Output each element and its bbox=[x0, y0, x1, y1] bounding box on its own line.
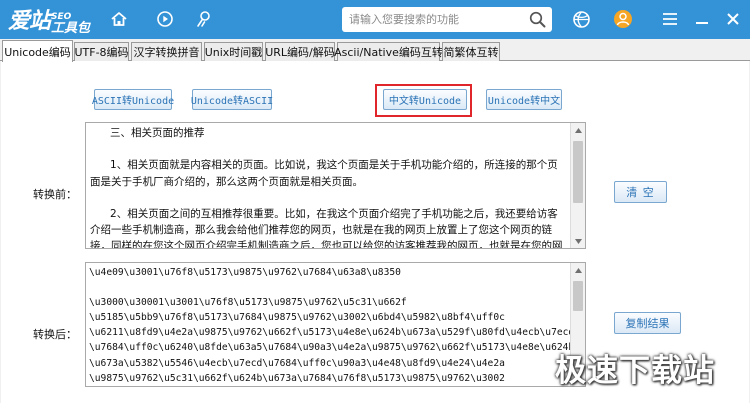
copy-result-button[interactable]: 复制结果 bbox=[614, 312, 681, 334]
browser-icon[interactable] bbox=[570, 8, 592, 30]
logo-main-text: 爱站 bbox=[8, 9, 51, 34]
home-icon[interactable] bbox=[108, 8, 130, 30]
search-icon[interactable] bbox=[529, 11, 546, 28]
scroll-up-icon[interactable] bbox=[571, 123, 585, 137]
scroll-thumb[interactable] bbox=[573, 141, 583, 203]
search-input[interactable] bbox=[342, 7, 522, 32]
input-text[interactable]: 三、相关页面的推荐 1、相关页面就是内容相关的页面。比如说，我这个页面是关于手机… bbox=[86, 123, 570, 248]
tab-pinyin[interactable]: 汉字转换拼音 bbox=[131, 42, 202, 61]
search-box bbox=[342, 7, 552, 32]
close-icon[interactable] bbox=[724, 10, 742, 28]
ascii-to-unicode-button[interactable]: ASCII转Unicode bbox=[92, 89, 174, 110]
unicode-to-chinese-button[interactable]: Unicode转中文 bbox=[486, 89, 562, 110]
input-label: 转换前： bbox=[33, 188, 77, 201]
tab-utf8[interactable]: UTF-8编码 bbox=[74, 42, 129, 61]
menu-icon[interactable] bbox=[661, 10, 679, 28]
output-text[interactable]: \u4e09\u3001\u76f8\u5173\u9875\u9762\u76… bbox=[86, 263, 570, 386]
tab-simplified-traditional[interactable]: 简繁体互转 bbox=[442, 42, 500, 61]
output-label: 转换后： bbox=[33, 328, 77, 341]
app-logo: 爱站 SEO 工具包 bbox=[8, 5, 90, 35]
unicode-to-ascii-button[interactable]: Unicode转ASCII bbox=[191, 89, 273, 110]
tab-strip: Unicode编码 UTF-8编码 汉字转换拼音 Unix时间戳 URL编码/解… bbox=[0, 39, 750, 62]
tab-unix-timestamp[interactable]: Unix时间戳 bbox=[204, 42, 263, 61]
user-icon[interactable] bbox=[612, 8, 634, 30]
scroll-up-icon[interactable] bbox=[571, 263, 585, 277]
scroll-down-icon[interactable] bbox=[571, 234, 585, 248]
tab-unicode[interactable]: Unicode编码 bbox=[2, 40, 73, 62]
scroll-thumb[interactable] bbox=[573, 281, 583, 311]
input-textarea[interactable]: 三、相关页面的推荐 1、相关页面就是内容相关的页面。比如说，我这个页面是关于手机… bbox=[85, 122, 586, 249]
logo-tool-text: 工具包 bbox=[51, 21, 91, 36]
share-icon[interactable] bbox=[193, 8, 215, 30]
highlight-frame bbox=[375, 84, 472, 117]
clear-button[interactable]: 清 空 bbox=[614, 181, 667, 203]
minimize-icon[interactable] bbox=[693, 10, 711, 28]
tab-ascii-native[interactable]: Ascii/Native编码互转 bbox=[334, 42, 443, 61]
input-scrollbar[interactable] bbox=[570, 123, 585, 248]
output-textarea[interactable]: \u4e09\u3001\u76f8\u5173\u9875\u9762\u76… bbox=[85, 262, 586, 387]
title-bar: 爱站 SEO 工具包 bbox=[0, 0, 750, 39]
play-icon[interactable] bbox=[154, 8, 176, 30]
watermark-text: 极速下载站 bbox=[555, 353, 715, 389]
tab-url-encode[interactable]: URL编码/解码 bbox=[265, 42, 335, 61]
